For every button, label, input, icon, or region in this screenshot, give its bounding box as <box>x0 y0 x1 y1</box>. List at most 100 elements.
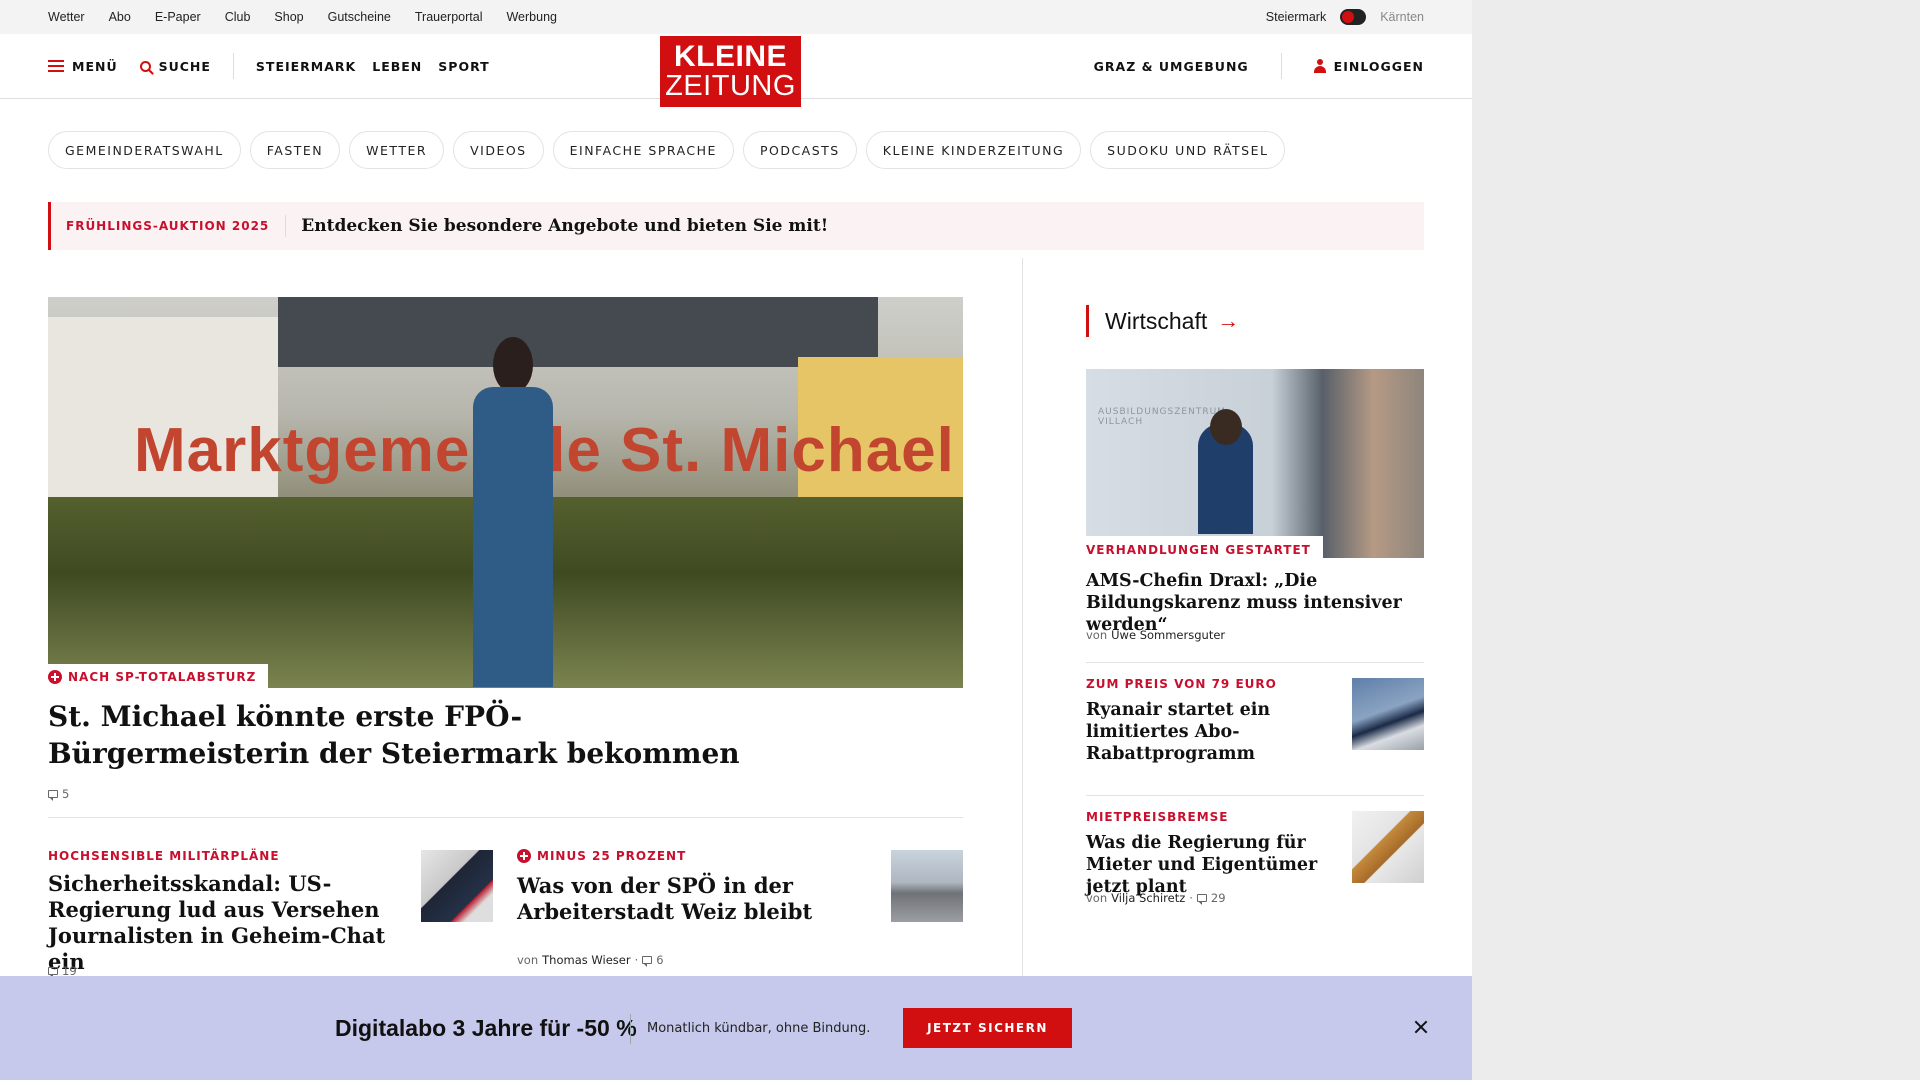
article-2-kicker: MINUS 25 PROZENT <box>517 849 686 863</box>
hero-headline[interactable]: St. Michael könnte erste FPÖ-Bürgermeist… <box>48 698 748 772</box>
sidebar-item-1-kicker-text: VERHANDLUNGEN GESTARTET <box>1086 543 1311 557</box>
nav-section-leben[interactable]: LEBEN <box>372 59 422 74</box>
utility-link-gutscheine[interactable]: Gutscheine <box>328 10 391 24</box>
banner-subtext: Monatlich kündbar, ohne Bindung. <box>647 1020 871 1036</box>
sidebar-item-1-author[interactable]: Uwe Sommersguter <box>1111 628 1225 642</box>
meta-dot: · <box>1189 891 1193 905</box>
promo-text: Entdecken Sie besondere Angebote und bie… <box>301 216 829 236</box>
pill-gemeinderatswahl[interactable]: GEMEINDERATSWAHL <box>48 131 241 169</box>
article-2-comment-count[interactable]: 6 <box>656 953 663 967</box>
divider <box>48 817 963 818</box>
nav-section-sport[interactable]: SPORT <box>438 59 489 74</box>
pill-einfache-sprache[interactable]: EINFACHE SPRACHE <box>552 131 734 169</box>
pill-videos[interactable]: VIDEOS <box>453 131 544 169</box>
pill-sudoku[interactable]: SUDOKU UND RÄTSEL <box>1090 131 1286 169</box>
sidebar-item-1-headline[interactable]: AMS-Chefin Draxl: „Die Bildungskarenz mu… <box>1086 570 1424 636</box>
region-kaernten[interactable]: Kärnten <box>1380 10 1424 24</box>
login-label: EINLOGGEN <box>1333 58 1424 74</box>
utility-link-club[interactable]: Club <box>225 10 251 24</box>
region-link-graz[interactable]: GRAZ & UMGEBUNG <box>1094 59 1249 74</box>
plus-icon <box>517 849 531 863</box>
menu-label: MENÜ <box>72 58 118 74</box>
article-2-meta: von Thomas Wieser · 6 <box>517 953 664 967</box>
section-title-text: Wirtschaft <box>1105 307 1208 334</box>
nav-right: GRAZ & UMGEBUNG EINLOGGEN <box>1094 34 1424 98</box>
article-2-headline[interactable]: Was von der SPÖ in der Arbeiterstadt Wei… <box>517 873 817 925</box>
divider <box>1086 795 1424 796</box>
utility-link-wetter[interactable]: Wetter <box>48 10 85 24</box>
comment-icon <box>48 790 58 801</box>
hero-meta: 5 <box>48 787 69 801</box>
article-1-kicker: HOCHSENSIBLE MILITÄRPLÄNE <box>48 849 280 863</box>
nav-section-steiermark[interactable]: STEIERMARK <box>256 59 356 74</box>
arrow-right-icon: → <box>1217 308 1240 333</box>
region-steiermark[interactable]: Steiermark <box>1266 10 1326 24</box>
search-icon <box>139 60 151 72</box>
user-icon <box>1313 59 1326 73</box>
pill-podcasts[interactable]: PODCASTS <box>742 131 857 169</box>
promo-kicker: FRÜHLINGS-AUKTION 2025 <box>51 215 287 237</box>
hero-kicker-text: NACH SP-TOTALABSTURZ <box>68 670 257 684</box>
topic-pills: GEMEINDERATSWAHL FASTEN WETTER VIDEOS EI… <box>48 131 1286 169</box>
subscription-banner: Digitalabo 3 Jahre für -50 % Monatlich k… <box>0 976 1472 1080</box>
article-2-kicker-text: MINUS 25 PROZENT <box>537 849 687 863</box>
search-button[interactable]: SUCHE <box>139 58 211 74</box>
promo-strip[interactable]: FRÜHLINGS-AUKTION 2025 Entdecken Sie bes… <box>48 202 1424 250</box>
nav-divider <box>232 53 234 79</box>
sidebar-item-3-comment-count[interactable]: 29 <box>1211 891 1226 905</box>
page-background <box>1472 0 1920 1080</box>
sidebar-item-3-headline[interactable]: Was die Regierung für Mieter und Eigentü… <box>1086 832 1336 898</box>
sidebar-item-1-meta: von Uwe Sommersguter <box>1086 628 1225 642</box>
comment-icon <box>48 967 58 978</box>
logo-line-2: ZEITUNG <box>665 70 796 102</box>
utility-links: Wetter Abo E-Paper Club Shop Gutscheine … <box>48 0 557 34</box>
banner-headline: Digitalabo 3 Jahre für -50 % <box>335 1014 637 1041</box>
region-toggle[interactable] <box>1340 9 1367 25</box>
sidebar-item-2-thumbnail[interactable] <box>1352 678 1424 750</box>
sidebar-item-3-thumbnail[interactable] <box>1352 811 1424 883</box>
top-utility-bar: Wetter Abo E-Paper Club Shop Gutscheine … <box>0 0 1472 34</box>
article-1-kicker-text: HOCHSENSIBLE MILITÄRPLÄNE <box>48 849 280 863</box>
sidebar-item-3-kicker-text: MIETPREISBREMSE <box>1086 810 1229 824</box>
sidebar-item-3-by: von <box>1086 891 1108 905</box>
article-2-author[interactable]: Thomas Wieser <box>542 953 630 967</box>
hero-comment-count[interactable]: 5 <box>62 787 69 801</box>
page: Wetter Abo E-Paper Club Shop Gutscheine … <box>0 0 1472 1080</box>
main-navigation: MENÜ SUCHE STEIERMARK LEBEN SPORT KLEINE… <box>0 34 1472 107</box>
hero-person <box>468 337 558 688</box>
logo-line-1: KLEINE <box>673 40 787 73</box>
menu-button[interactable]: MENÜ <box>48 59 118 74</box>
close-icon[interactable] <box>1410 1016 1432 1038</box>
sidebar-item-2-kicker-text: ZUM PREIS VON 79 EURO <box>1086 677 1277 691</box>
article-1-thumbnail[interactable] <box>421 850 493 922</box>
section-title-wirtschaft[interactable]: Wirtschaft → <box>1086 305 1239 337</box>
sidebar-item-3-author[interactable]: Vilja Schiretz <box>1111 891 1185 905</box>
pill-wetter[interactable]: WETTER <box>349 131 445 169</box>
pill-kinderzeitung[interactable]: KLEINE KINDERZEITUNG <box>865 131 1082 169</box>
sidebar-item-2-headline[interactable]: Ryanair startet ein limitiertes Abo-Raba… <box>1086 699 1276 765</box>
hamburger-icon <box>48 60 64 72</box>
comment-icon <box>1196 894 1207 905</box>
nav-left: MENÜ SUCHE STEIERMARK LEBEN SPORT <box>48 34 506 98</box>
article-2-by: von <box>517 953 539 967</box>
utility-link-epaper[interactable]: E-Paper <box>155 10 201 24</box>
meta-dot: · <box>634 953 639 967</box>
utility-link-abo[interactable]: Abo <box>109 10 131 24</box>
pill-fasten[interactable]: FASTEN <box>249 131 341 169</box>
utility-link-trauerportal[interactable]: Trauerportal <box>415 10 483 24</box>
article-2-thumbnail[interactable] <box>891 850 963 922</box>
search-label: SUCHE <box>158 58 211 74</box>
utility-link-werbung[interactable]: Werbung <box>506 10 557 24</box>
region-switch: Steiermark Kärnten <box>1266 0 1424 34</box>
sidebar-item-1-by: von <box>1086 628 1108 642</box>
article-1-headline[interactable]: Sicherheitsskandal: US-Regierung lud aus… <box>48 871 388 975</box>
kleine-zeitung-logo[interactable]: KLEINE ZEITUNG <box>660 36 801 107</box>
sidebar-item-1-image[interactable]: AUSBILDUNGSZENTRUM VILLACH <box>1086 369 1424 558</box>
login-button[interactable]: EINLOGGEN <box>1313 58 1424 74</box>
hero-image[interactable]: Marktgemeinde St. Michael <box>48 297 963 688</box>
sidebar-item-3-kicker: MIETPREISBREMSE <box>1086 810 1229 824</box>
sidebar-item-2-kicker: ZUM PREIS VON 79 EURO <box>1086 677 1277 691</box>
sidebar-item-1-kicker: VERHANDLUNGEN GESTARTET <box>1086 536 1323 561</box>
utility-link-shop[interactable]: Shop <box>274 10 303 24</box>
subscribe-button[interactable]: JETZT SICHERN <box>903 1008 1072 1048</box>
